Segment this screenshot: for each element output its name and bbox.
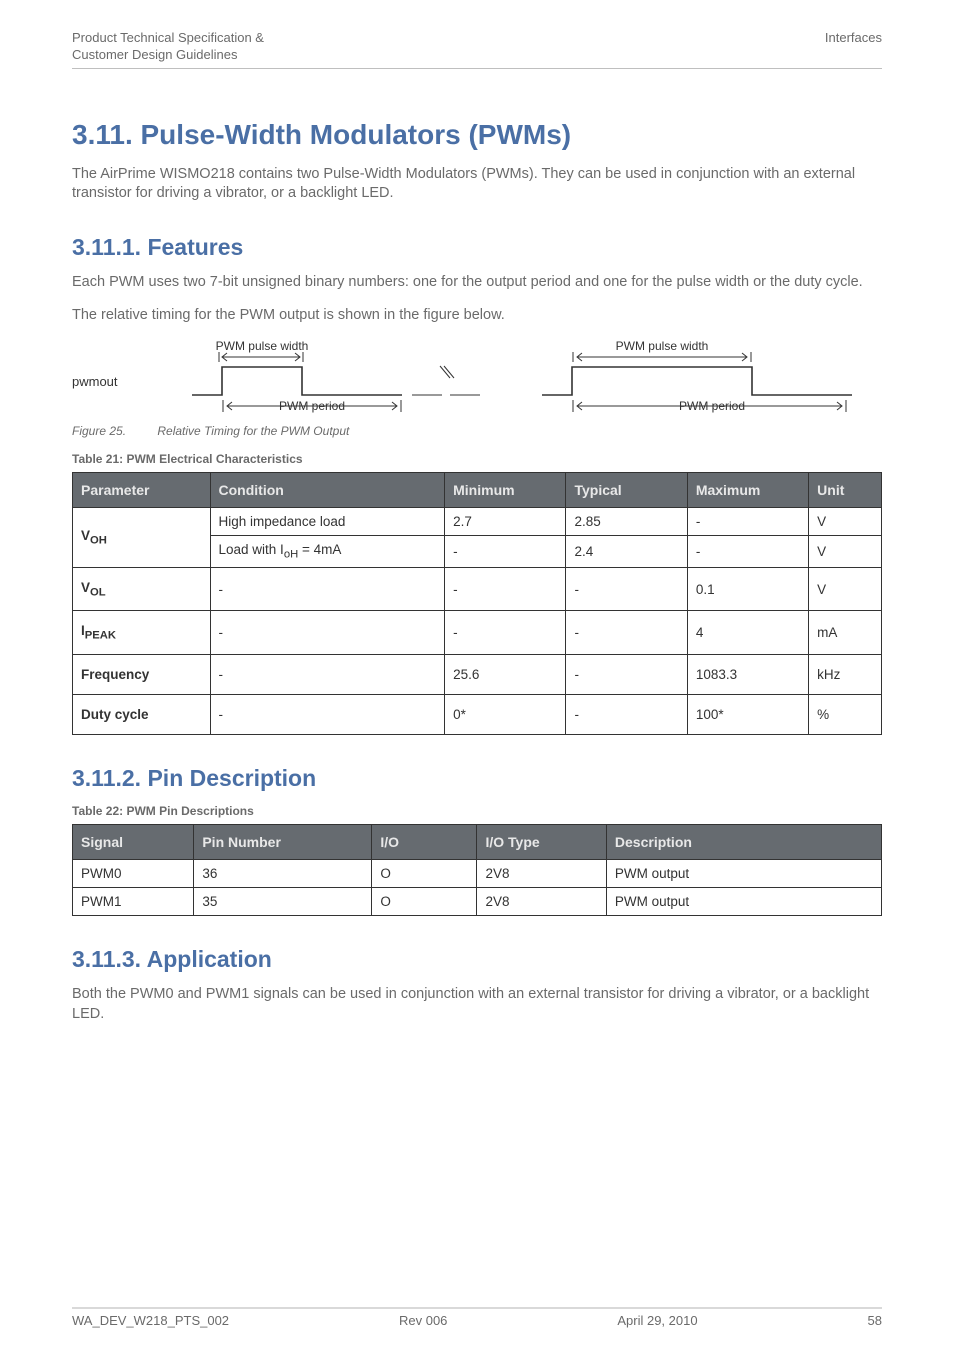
table-row: VOHHigh impedance load2.72.85-V xyxy=(73,508,882,536)
t21-unit: % xyxy=(809,695,882,735)
t21-typ: - xyxy=(566,695,687,735)
features-para1: Each PWM uses two 7-bit unsigned binary … xyxy=(72,273,882,293)
t21-min: 25.6 xyxy=(445,655,566,695)
t21-min: - xyxy=(445,567,566,611)
t21-max: 1083.3 xyxy=(687,655,808,695)
timing-diagram-svg: pwmout PWM pulse width PWM perio xyxy=(72,340,882,418)
table-row: IPEAK---4mA xyxy=(73,611,882,655)
t21-cond: Load with IoH = 4mA xyxy=(210,536,445,568)
t22-io: O xyxy=(372,888,477,916)
intro-paragraph: The AirPrime WISMO218 contains two Pulse… xyxy=(72,165,882,204)
page-header: Product Technical Specification & Custom… xyxy=(72,30,882,64)
pin-desc-heading: 3.11.2. Pin Description xyxy=(72,765,882,792)
t21-max: - xyxy=(687,508,808,536)
t21-cond: - xyxy=(210,695,445,735)
t21-param: IPEAK xyxy=(73,611,211,655)
table21-h4: Maximum xyxy=(687,473,808,508)
header-left: Product Technical Specification & Custom… xyxy=(72,30,264,64)
table22: Signal Pin Number I/O I/O Type Descripti… xyxy=(72,824,882,916)
table-row: Frequency-25.6-1083.3kHz xyxy=(73,655,882,695)
t21-unit: V xyxy=(809,536,882,568)
footer-page: 58 xyxy=(868,1313,882,1328)
t22-pin: 36 xyxy=(194,860,372,888)
t21-min: - xyxy=(445,536,566,568)
features-heading: 3.11.1. Features xyxy=(72,234,882,261)
header-left-line1: Product Technical Specification & xyxy=(72,30,264,47)
figure-caption-text: Relative Timing for the PWM Output xyxy=(157,424,349,438)
table21-caption: Table 21: PWM Electrical Characteristics xyxy=(72,452,882,466)
t22-desc: PWM output xyxy=(606,860,881,888)
t22-signal: PWM1 xyxy=(73,888,194,916)
header-rule xyxy=(72,68,882,69)
table21-h5: Unit xyxy=(809,473,882,508)
footer-center: Rev 006 xyxy=(399,1313,447,1328)
t21-max: 0.1 xyxy=(687,567,808,611)
t21-cond: - xyxy=(210,611,445,655)
t21-cond: High impedance load xyxy=(210,508,445,536)
table22-h4: Description xyxy=(606,825,881,860)
t21-cond: - xyxy=(210,567,445,611)
t21-param: VOH xyxy=(73,508,211,568)
footer-left: WA_DEV_W218_PTS_002 xyxy=(72,1313,229,1328)
t21-param: VOL xyxy=(73,567,211,611)
t21-max: - xyxy=(687,536,808,568)
t21-max: 4 xyxy=(687,611,808,655)
t21-cond: - xyxy=(210,655,445,695)
section-heading: 3.11. Pulse-Width Modulators (PWMs) xyxy=(72,119,882,151)
t22-iotype: 2V8 xyxy=(477,888,606,916)
page-footer: WA_DEV_W218_PTS_002 Rev 006 April 29, 20… xyxy=(72,1307,882,1328)
application-heading: 3.11.3. Application xyxy=(72,946,882,973)
t21-param: Frequency xyxy=(73,655,211,695)
footer-rule xyxy=(72,1307,882,1309)
figure-caption: Figure 25. Relative Timing for the PWM O… xyxy=(72,424,882,438)
t21-unit: mA xyxy=(809,611,882,655)
t21-max: 100* xyxy=(687,695,808,735)
t21-param: Duty cycle xyxy=(73,695,211,735)
table22-h0: Signal xyxy=(73,825,194,860)
table-row: PWM036O2V8PWM output xyxy=(73,860,882,888)
t22-pin: 35 xyxy=(194,888,372,916)
table22-h3: I/O Type xyxy=(477,825,606,860)
table21-header-row: Parameter Condition Minimum Typical Maxi… xyxy=(73,473,882,508)
timing-figure: pwmout PWM pulse width PWM perio xyxy=(72,340,882,418)
t21-typ: 2.85 xyxy=(566,508,687,536)
table22-caption: Table 22: PWM Pin Descriptions xyxy=(72,804,882,818)
t21-min: 2.7 xyxy=(445,508,566,536)
table-row: Duty cycle-0*-100*% xyxy=(73,695,882,735)
t21-min: 0* xyxy=(445,695,566,735)
table21-h0: Parameter xyxy=(73,473,211,508)
svg-pulse-width-1: PWM pulse width xyxy=(216,340,309,353)
t21-min: - xyxy=(445,611,566,655)
table21-h3: Typical xyxy=(566,473,687,508)
t21-typ: - xyxy=(566,567,687,611)
svg-pulse-width-2: PWM pulse width xyxy=(616,340,709,353)
t21-typ: - xyxy=(566,655,687,695)
header-left-line2: Customer Design Guidelines xyxy=(72,47,264,64)
svg-pwmout-label: pwmout xyxy=(72,374,118,389)
table-row: PWM135O2V8PWM output xyxy=(73,888,882,916)
table21: Parameter Condition Minimum Typical Maxi… xyxy=(72,472,882,735)
t21-unit: kHz xyxy=(809,655,882,695)
table22-header-row: Signal Pin Number I/O I/O Type Descripti… xyxy=(73,825,882,860)
t21-typ: - xyxy=(566,611,687,655)
t22-signal: PWM0 xyxy=(73,860,194,888)
t22-desc: PWM output xyxy=(606,888,881,916)
application-para: Both the PWM0 and PWM1 signals can be us… xyxy=(72,985,882,1024)
figure-caption-label: Figure 25. xyxy=(72,424,126,438)
table-row: VOL---0.1V xyxy=(73,567,882,611)
t22-io: O xyxy=(372,860,477,888)
t21-typ: 2.4 xyxy=(566,536,687,568)
features-para2: The relative timing for the PWM output i… xyxy=(72,306,882,326)
table21-h1: Condition xyxy=(210,473,445,508)
table21-h2: Minimum xyxy=(445,473,566,508)
t21-unit: V xyxy=(809,508,882,536)
t21-unit: V xyxy=(809,567,882,611)
table22-h1: Pin Number xyxy=(194,825,372,860)
footer-date: April 29, 2010 xyxy=(617,1313,697,1328)
table22-h2: I/O xyxy=(372,825,477,860)
t22-iotype: 2V8 xyxy=(477,860,606,888)
header-right: Interfaces xyxy=(825,30,882,64)
